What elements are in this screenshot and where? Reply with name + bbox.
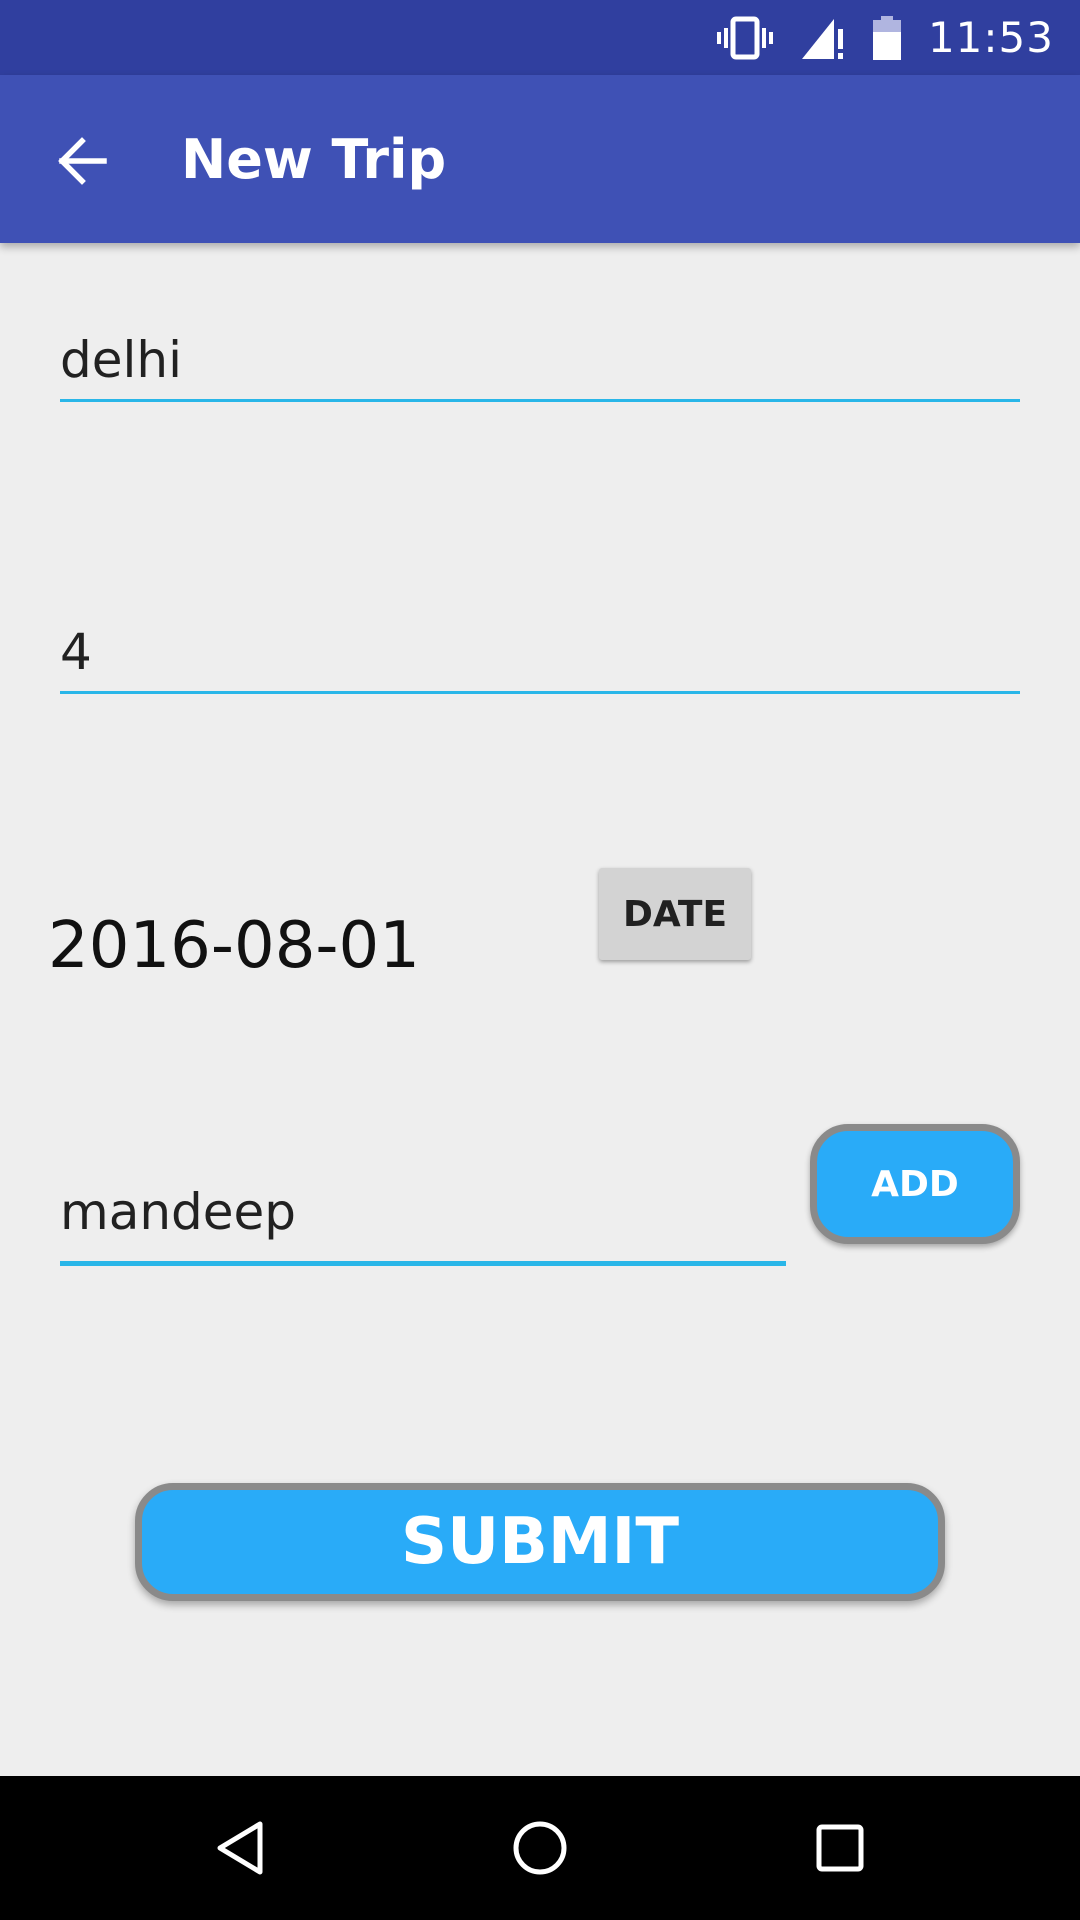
member-name-input[interactable]: mandeep	[60, 1180, 786, 1266]
destination-value: delhi	[60, 331, 182, 389]
nav-recents-icon	[816, 1824, 864, 1872]
nav-back-icon	[217, 1821, 263, 1875]
arrow-back-icon	[58, 137, 107, 185]
status-time: 11:53	[927, 13, 1054, 62]
navigation-bar	[0, 1776, 1080, 1920]
nav-back-button[interactable]	[190, 1798, 290, 1898]
submit-button[interactable]: SUBMIT	[135, 1483, 945, 1601]
signal-icon	[801, 18, 843, 59]
page-title: New Trip	[181, 128, 447, 191]
battery-icon	[872, 15, 901, 60]
status-bar: 11:53	[0, 0, 1080, 75]
destination-input[interactable]: delhi	[60, 328, 1020, 402]
status-icons: 11:53	[716, 0, 1054, 75]
app-bar: New Trip	[0, 75, 1080, 243]
vibrate-icon	[716, 16, 773, 59]
selected-date: 2016-08-01	[48, 909, 420, 983]
date-button[interactable]: DATE	[599, 868, 751, 960]
back-button[interactable]	[40, 119, 124, 203]
nav-home-icon	[513, 1821, 567, 1875]
nav-recents-button[interactable]	[790, 1798, 890, 1898]
member-name-value: mandeep	[60, 1183, 297, 1241]
days-input[interactable]: 4	[60, 620, 1020, 694]
days-value: 4	[60, 623, 92, 681]
new-trip-screen: 11:53 New Trip delhi 4 2016-08-01 DATE m…	[0, 0, 1080, 1920]
add-member-button[interactable]: ADD	[810, 1124, 1020, 1244]
nav-home-button[interactable]	[490, 1798, 590, 1898]
